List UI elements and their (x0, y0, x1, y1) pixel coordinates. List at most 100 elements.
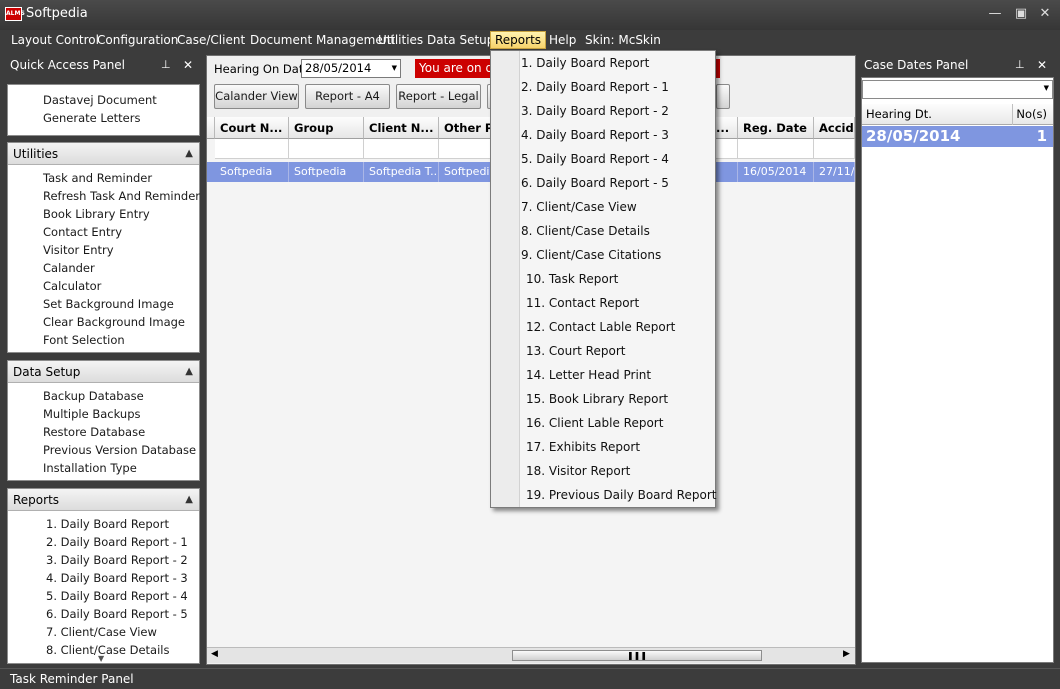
cell-client-name[interactable]: Softpedia T... (364, 162, 439, 182)
filter-cell[interactable] (738, 139, 814, 159)
cell-reg-date[interactable]: 16/05/2014 (738, 162, 814, 182)
menu-item-daily-board-report-3[interactable]: 4. Daily Board Report - 3 (521, 123, 669, 147)
scroll-left-icon[interactable]: ◀ (211, 649, 218, 659)
dropdown-arrow-icon[interactable]: ▼ (392, 60, 397, 77)
menu-item-visitor-report[interactable]: 18. Visitor Report (526, 459, 630, 483)
menu-help[interactable]: Help (545, 31, 580, 49)
reports-item[interactable]: 4. Daily Board Report - 3 (8, 569, 199, 587)
utilities-item[interactable]: Book Library Entry (8, 205, 199, 223)
col-other-party[interactable]: Other P... (439, 117, 491, 139)
utilities-group-header[interactable]: Utilities ▲ (8, 143, 199, 165)
menu-item-daily-board-report-4[interactable]: 5. Daily Board Report - 4 (521, 147, 669, 171)
reports-group-header[interactable]: Reports ▲ (8, 489, 199, 511)
col-reg-date[interactable]: Reg. Date (738, 117, 814, 139)
cell-court-name[interactable]: Softpedia (215, 162, 289, 182)
col-court-name[interactable]: Court N... (215, 117, 289, 139)
cell-accident[interactable]: 27/11/2 (814, 162, 855, 182)
cell-hidden[interactable] (716, 162, 738, 182)
reports-item[interactable]: 5. Daily Board Report - 4 (8, 587, 199, 605)
dropdown-arrow-icon[interactable]: ▼ (1044, 84, 1049, 92)
menu-item-contact-report[interactable]: 11. Contact Report (526, 291, 639, 315)
menu-item-client-case-view[interactable]: 7. Client/Case View (521, 195, 637, 219)
menu-layout-control[interactable]: Layout Control (7, 31, 103, 49)
reports-item[interactable]: 1. Daily Board Report (8, 515, 199, 533)
menu-item-book-library-report[interactable]: 15. Book Library Report (526, 387, 668, 411)
col-group[interactable]: Group (289, 117, 364, 139)
menu-item-client-case-citations[interactable]: 9. Client/Case Citations (521, 243, 661, 267)
col-client-name[interactable]: Client N... (364, 117, 439, 139)
reports-item[interactable]: 3. Daily Board Report - 2 (8, 551, 199, 569)
col-hidden[interactable]: ... (716, 117, 738, 139)
col-accident[interactable]: Accide (814, 117, 855, 139)
pin-icon[interactable]: ⊥ (161, 55, 171, 75)
quick-item-dastavej[interactable]: Dastavej Document (8, 91, 199, 109)
menu-item-client-case-details[interactable]: 8. Client/Case Details (521, 219, 650, 243)
panel-close-icon[interactable]: ✕ (183, 55, 193, 75)
menu-item-court-report[interactable]: 13. Court Report (526, 339, 625, 363)
data-setup-item[interactable]: Restore Database (8, 423, 199, 441)
filter-cell[interactable] (716, 139, 738, 159)
close-icon[interactable]: ✕ (1036, 6, 1054, 22)
menu-item-daily-board-report-5[interactable]: 6. Daily Board Report - 5 (521, 171, 669, 195)
col-count[interactable]: No(s) (1016, 104, 1047, 125)
horizontal-scrollbar[interactable]: ◀ ❚❚❚ ▶ (207, 647, 855, 663)
filter-cell[interactable] (289, 139, 364, 159)
data-setup-group-header[interactable]: Data Setup ▲ (8, 361, 199, 383)
menu-item-daily-board-report[interactable]: 1. Daily Board Report (521, 51, 649, 75)
data-setup-item[interactable]: Installation Type (8, 459, 199, 477)
utilities-item[interactable]: Font Selection (8, 331, 199, 349)
data-setup-item[interactable]: Previous Version Database (8, 441, 199, 459)
reports-item[interactable]: 7. Client/Case View (8, 623, 199, 641)
report-legal-button[interactable]: Report - Legal (396, 84, 481, 109)
menu-item-daily-board-report-1[interactable]: 2. Daily Board Report - 1 (521, 75, 669, 99)
filter-cell[interactable] (439, 139, 491, 159)
utilities-item[interactable]: Set Background Image (8, 295, 199, 313)
menu-item-daily-board-report-2[interactable]: 3. Daily Board Report - 2 (521, 99, 669, 123)
menu-item-client-lable-report[interactable]: 16. Client Lable Report (526, 411, 663, 435)
menu-data-setup[interactable]: Data Setup (423, 31, 498, 49)
case-dates-filter[interactable]: ▼ (862, 80, 1053, 99)
scroll-right-icon[interactable]: ▶ (843, 649, 850, 659)
utilities-item[interactable]: Visitor Entry (8, 241, 199, 259)
menu-item-task-report[interactable]: 10. Task Report (526, 267, 618, 291)
cell-other-party[interactable]: Softpedia (439, 162, 491, 182)
menu-case-client[interactable]: Case/Client (173, 31, 249, 49)
task-reminder-panel-tab[interactable]: Task Reminder Panel (10, 672, 134, 686)
toolbar-button-hidden-right[interactable] (716, 84, 730, 109)
quick-item-generate-letters[interactable]: Generate Letters (8, 109, 199, 127)
report-a4-button[interactable]: Report - A4 (305, 84, 390, 109)
hearing-date-picker[interactable]: 28/05/2014 ▼ (301, 59, 401, 78)
reports-item[interactable]: 6. Daily Board Report - 5 (8, 605, 199, 623)
utilities-item[interactable]: Calander (8, 259, 199, 277)
calander-view-button[interactable]: Calander View (214, 84, 299, 109)
col-hearing-date[interactable]: Hearing Dt. (866, 104, 932, 125)
data-setup-item[interactable]: Backup Database (8, 387, 199, 405)
table-row[interactable]: 28/05/2014 1 (862, 126, 1053, 147)
filter-cell[interactable] (215, 139, 289, 159)
utilities-item[interactable]: Refresh Task And Reminder (8, 187, 200, 205)
maximize-icon[interactable]: ▣ (1012, 6, 1030, 22)
menu-reports[interactable]: Reports (490, 31, 547, 49)
menu-utilities[interactable]: Utilities (374, 31, 427, 49)
menu-configuration[interactable]: Configuration (93, 31, 182, 49)
menu-item-contact-lable-report[interactable]: 12. Contact Lable Report (526, 315, 675, 339)
menu-item-exhibits-report[interactable]: 17. Exhibits Report (526, 435, 640, 459)
cell-group[interactable]: Softpedia (289, 162, 364, 182)
collapse-icon[interactable]: ▲ (185, 489, 193, 511)
menu-item-letter-head-print[interactable]: 14. Letter Head Print (526, 363, 651, 387)
menu-skin[interactable]: Skin: McSkin (581, 31, 665, 49)
pin-icon[interactable]: ⊥ (1015, 55, 1025, 75)
filter-cell[interactable] (814, 139, 855, 159)
utilities-item[interactable]: Task and Reminder (8, 169, 199, 187)
utilities-item[interactable]: Contact Entry (8, 223, 199, 241)
panel-close-icon[interactable]: ✕ (1037, 55, 1047, 75)
menu-item-previous-daily-board-report[interactable]: 19. Previous Daily Board Report (526, 483, 716, 507)
collapse-icon[interactable]: ▲ (185, 361, 193, 383)
reports-item[interactable]: 2. Daily Board Report - 1 (8, 533, 199, 551)
data-setup-item[interactable]: Multiple Backups (8, 405, 199, 423)
utilities-item[interactable]: Calculator (8, 277, 199, 295)
minimize-icon[interactable]: — (986, 6, 1004, 22)
filter-cell[interactable] (364, 139, 439, 159)
scroll-down-icon[interactable]: ▼ (98, 654, 104, 663)
collapse-icon[interactable]: ▲ (185, 143, 193, 165)
